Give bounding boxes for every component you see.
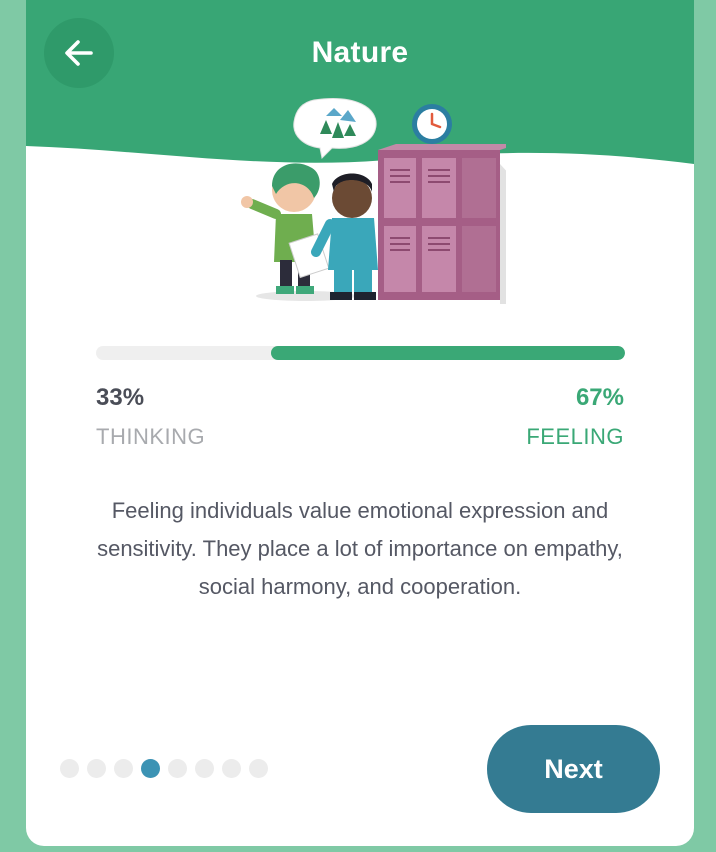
trait-description: Feeling individuals value emotional expr…	[97, 498, 623, 599]
people-lockers-illustration	[241, 98, 506, 304]
thinking-percent: 33%	[96, 384, 145, 411]
thought-bubble	[293, 98, 377, 160]
pagination-dot	[168, 759, 187, 778]
feeling-percent: 67%	[575, 384, 624, 411]
thinking-label: THINKING	[96, 424, 206, 449]
clock-icon	[412, 104, 452, 144]
result-card: Nature 33% 67% THINKING FEELING Feeling …	[26, 0, 694, 846]
pagination-dot	[141, 759, 160, 778]
trait-progress-fill	[270, 346, 625, 360]
page-title: Nature	[311, 36, 409, 69]
next-button[interactable]: Next	[487, 725, 660, 813]
pagination-dot	[195, 759, 214, 778]
pagination-dot	[87, 759, 106, 778]
pagination-dot	[222, 759, 241, 778]
pagination-dots	[60, 759, 268, 778]
lockers	[378, 144, 506, 304]
feeling-label: FEELING	[526, 424, 624, 449]
trait-progress-bar	[96, 346, 625, 360]
pagination-dot	[60, 759, 79, 778]
person-blue	[311, 173, 378, 300]
pagination-dot	[114, 759, 133, 778]
pagination-dot	[249, 759, 268, 778]
